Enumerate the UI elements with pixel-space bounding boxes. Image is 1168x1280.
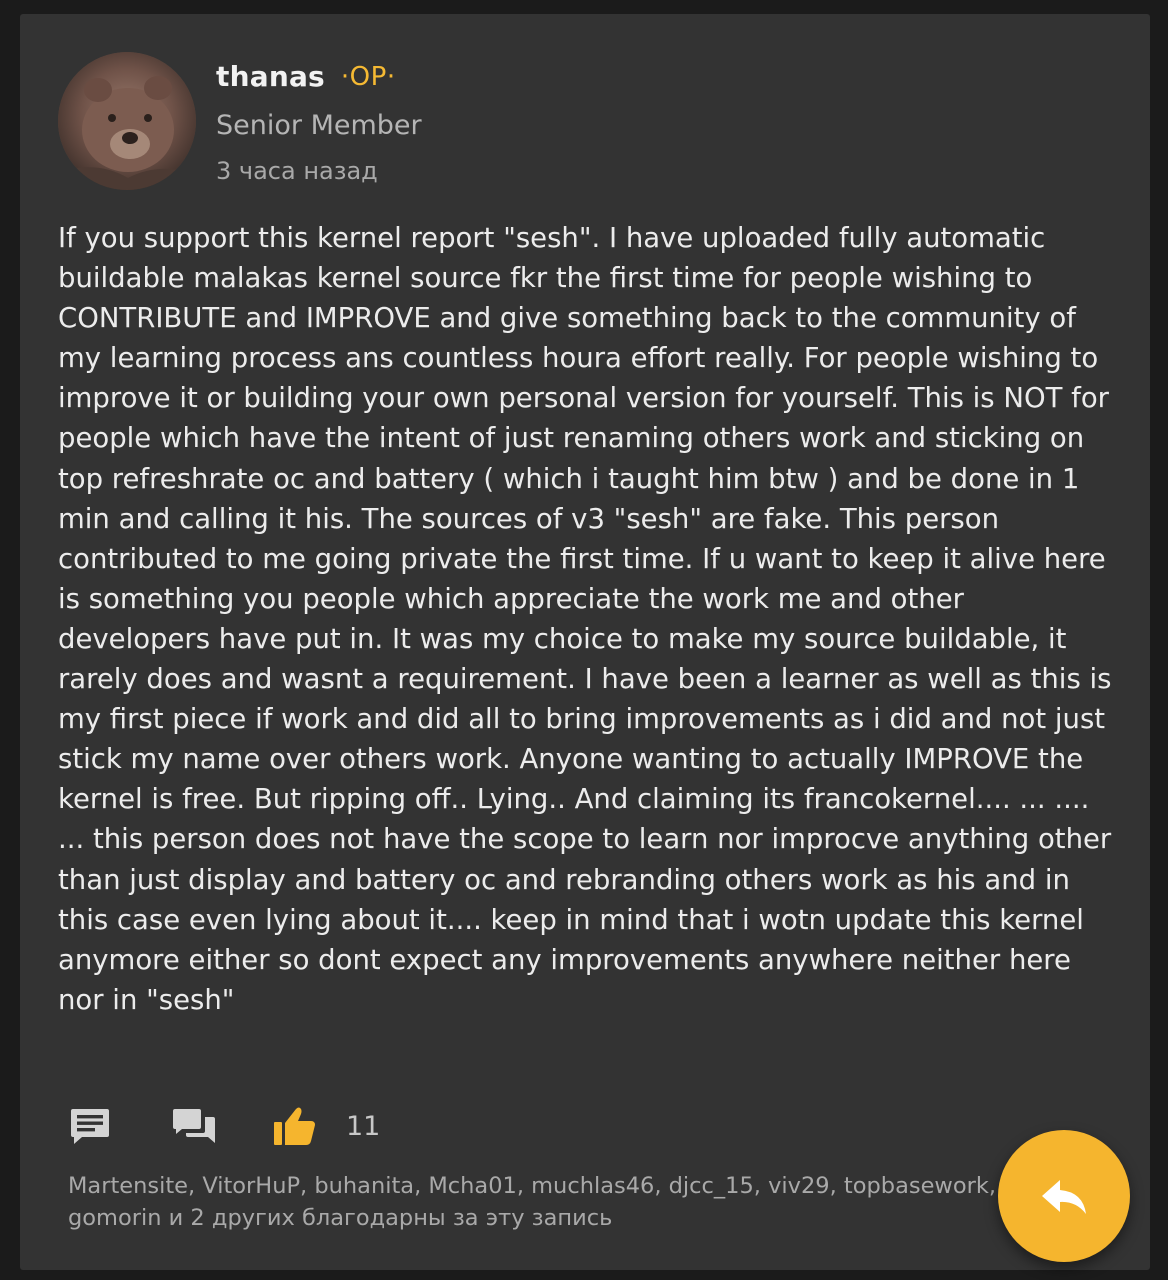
author-name[interactable]: thanas: [216, 60, 325, 93]
quote-icon: [71, 1109, 109, 1144]
quote-button[interactable]: [68, 1104, 112, 1148]
author-rank: Senior Member: [216, 110, 422, 141]
thanks-summary: gomorin и 2 других благодарны за эту зап…: [68, 1205, 613, 1231]
op-badge: ·OP·: [340, 61, 396, 92]
post-card: thanas ·OP· Senior Member 3 часа назад I…: [20, 14, 1150, 1270]
like-count: 11: [346, 1110, 381, 1142]
post-body: If you support this kernel report "sesh"…: [58, 222, 1112, 1016]
multi-quote-button[interactable]: [172, 1104, 216, 1148]
post-timestamp: 3 часа назад: [216, 157, 378, 185]
like-button[interactable]: [272, 1104, 316, 1148]
thanks-names: Martensite, VitorHuP, buhanita, Mcha01, …: [68, 1173, 997, 1199]
reply-icon: [1042, 1180, 1086, 1214]
author-header: thanas ·OP·: [216, 60, 396, 93]
reply-button[interactable]: [998, 1130, 1130, 1262]
thumbs-up-icon: [274, 1107, 315, 1145]
author-avatar[interactable]: [58, 52, 196, 190]
avatar-bear-image: [58, 52, 196, 190]
thanks-list[interactable]: Martensite, VitorHuP, buhanita, Mcha01, …: [68, 1170, 1028, 1234]
multi-quote-icon: [173, 1109, 215, 1143]
post-actions: 11: [68, 1101, 380, 1151]
